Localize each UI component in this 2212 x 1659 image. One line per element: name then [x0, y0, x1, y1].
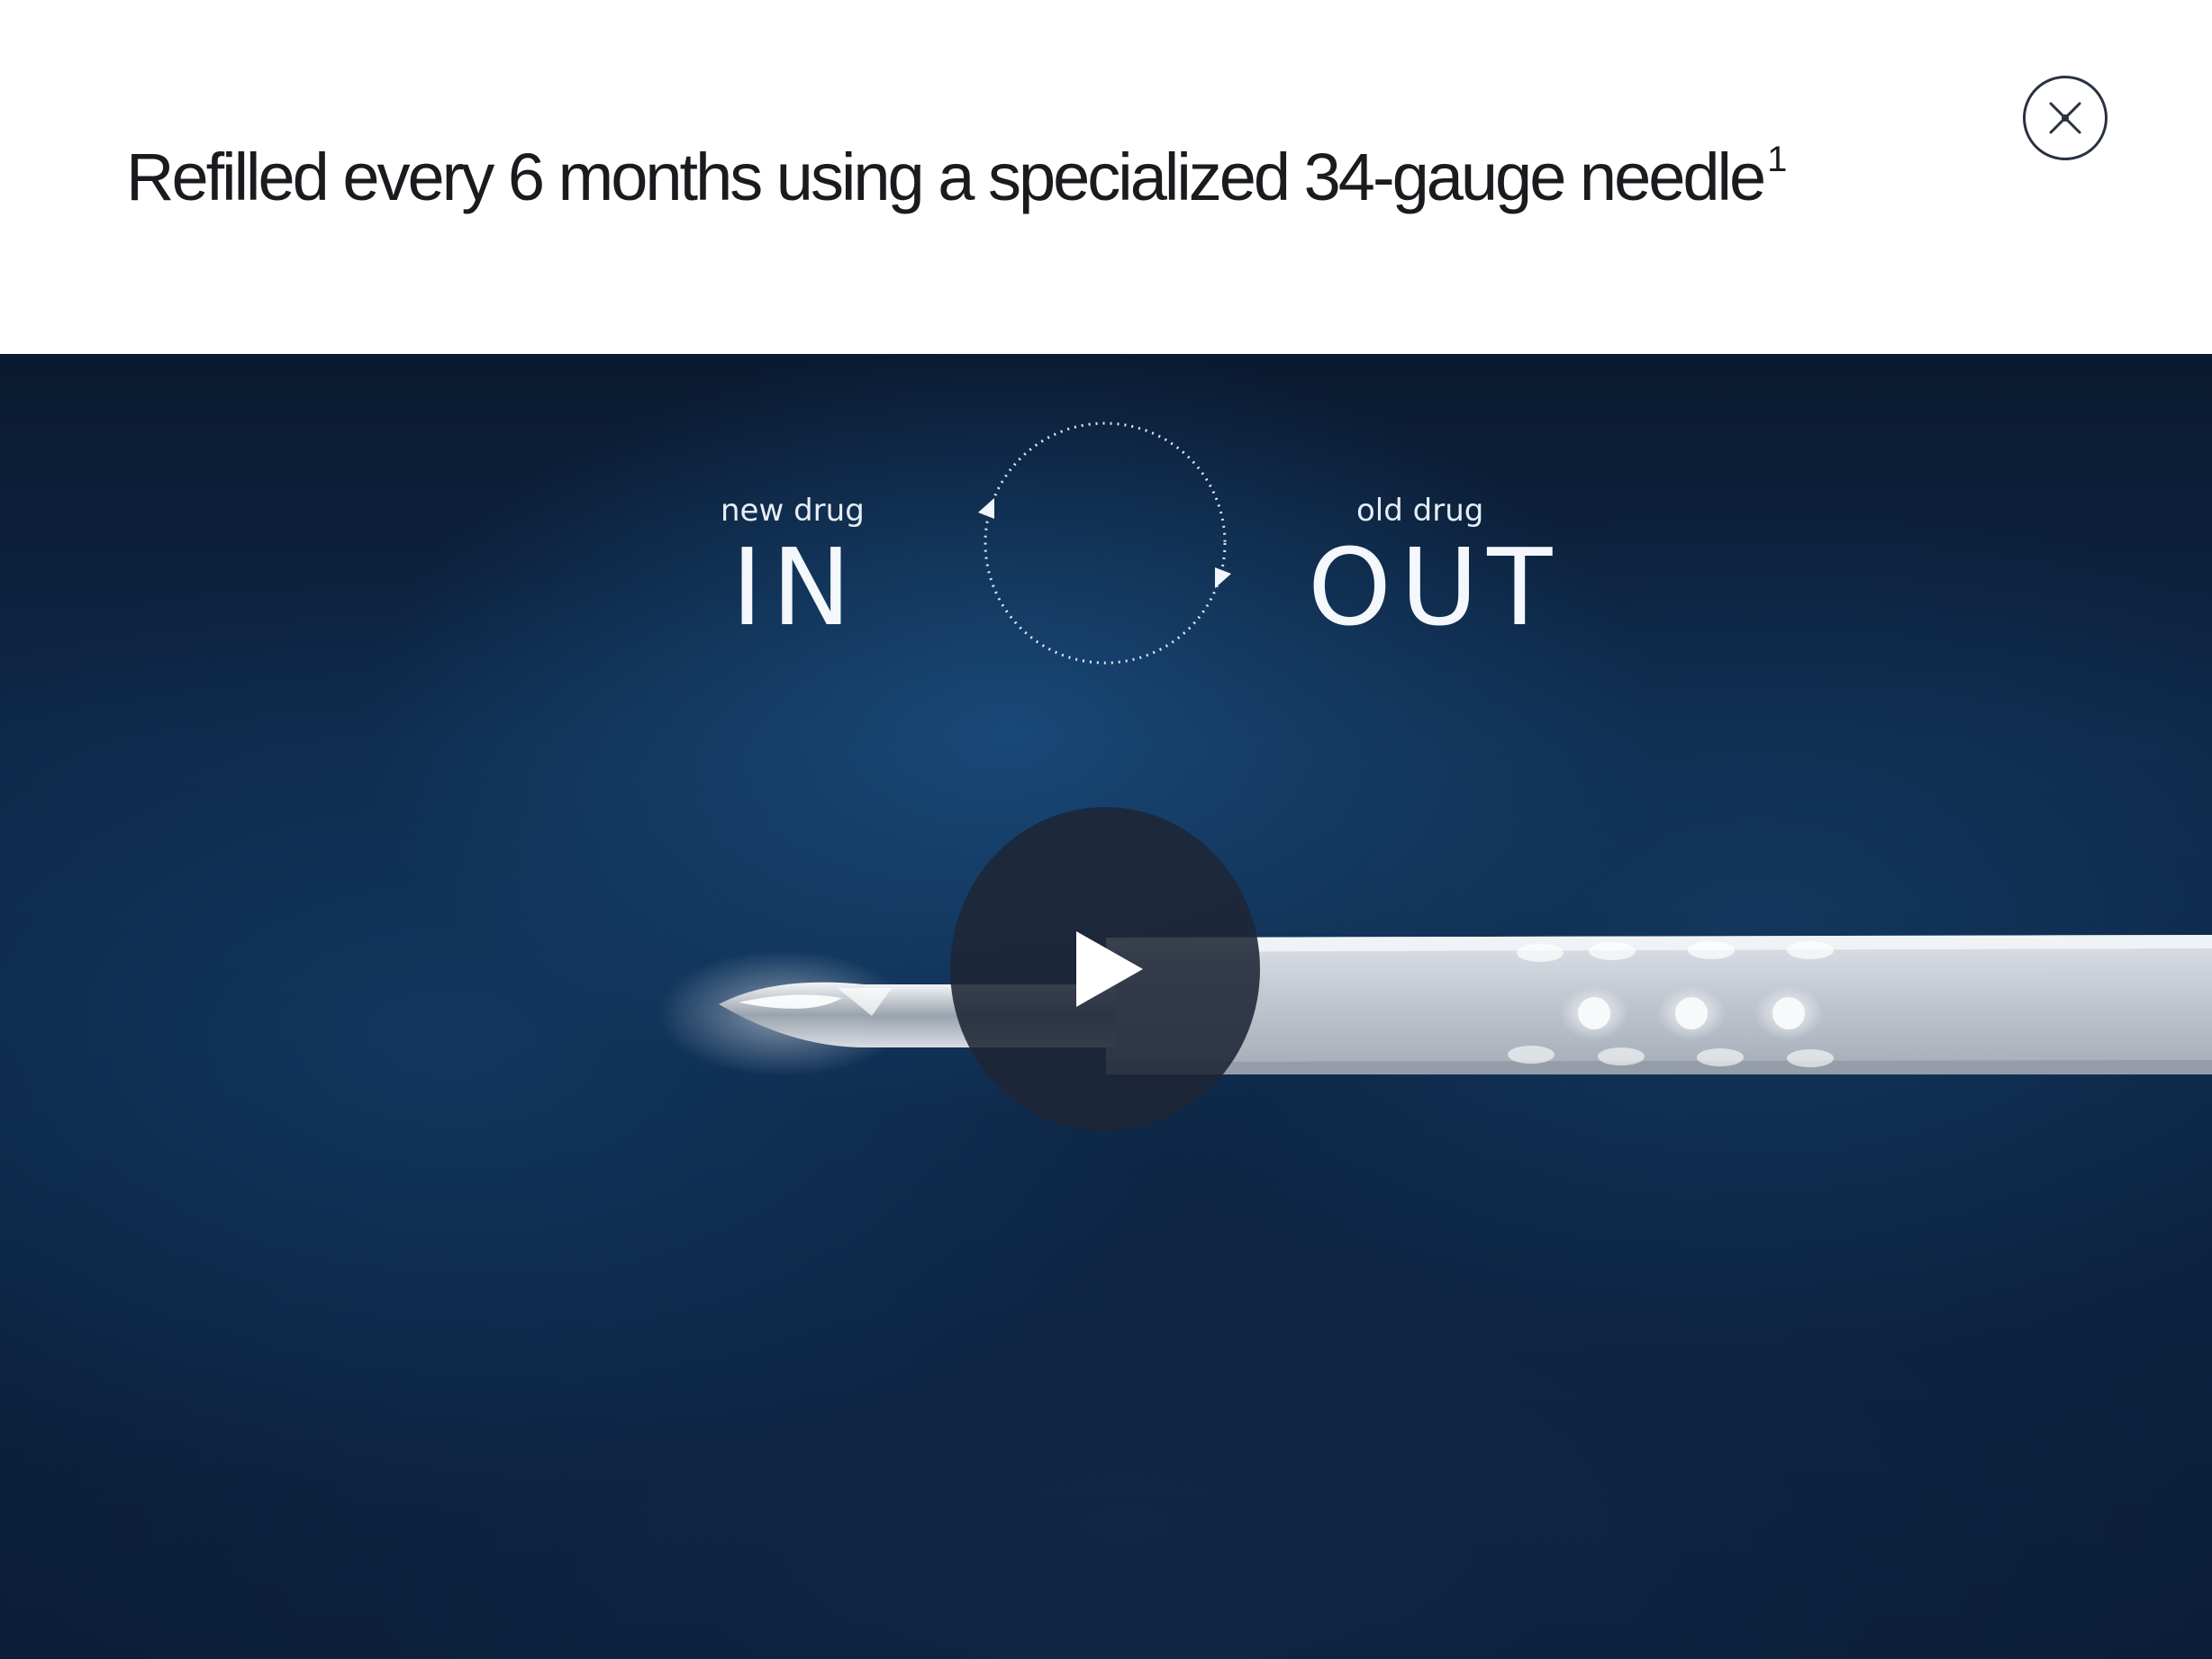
- caption-out: OUT: [1308, 525, 1562, 649]
- video-player[interactable]: new drug IN old drug OUT: [0, 354, 2212, 1659]
- caption-in: IN: [731, 525, 861, 649]
- close-button[interactable]: [2023, 76, 2108, 160]
- modal-title-text: Refilled every 6 months using a speciali…: [126, 140, 1766, 214]
- caption-old-drug: old drug: [1356, 493, 1484, 529]
- play-button[interactable]: [950, 807, 1260, 1131]
- modal-header: Refilled every 6 months using a speciali…: [0, 0, 2212, 354]
- title-footnote-marker: 1: [1767, 140, 1788, 180]
- refresh-cycle-icon: [978, 422, 1231, 665]
- close-icon: [2049, 102, 2081, 134]
- caption-new-drug: new drug: [721, 493, 865, 529]
- play-icon: [1076, 931, 1143, 1007]
- modal-title: Refilled every 6 months using a speciali…: [126, 141, 1787, 211]
- video-modal: Refilled every 6 months using a speciali…: [0, 0, 2212, 1659]
